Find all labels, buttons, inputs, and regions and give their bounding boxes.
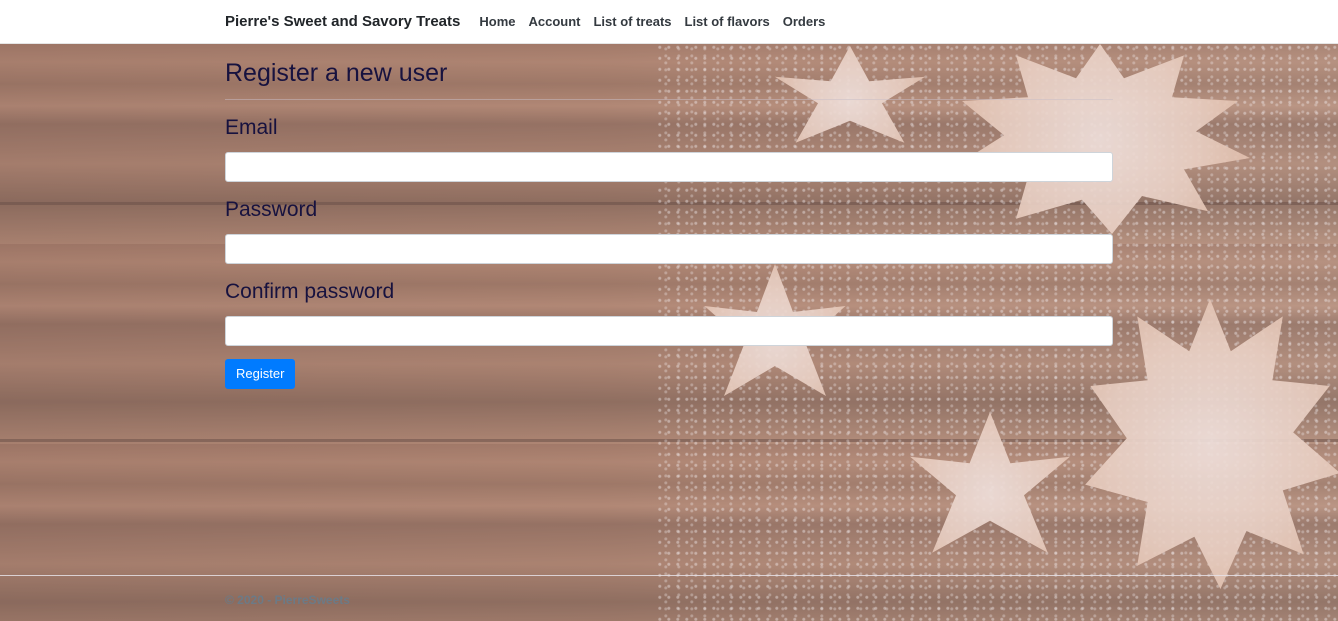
nav-links: Home Account List of treats List of flav…: [479, 14, 838, 29]
password-label: Password: [225, 198, 318, 221]
confirm-password-label: Confirm password: [225, 280, 395, 303]
nav-list-of-treats[interactable]: List of treats: [593, 14, 671, 29]
confirm-password-field[interactable]: [225, 316, 1113, 346]
register-form: Register a new user Email Password Confi…: [225, 44, 1113, 389]
register-button[interactable]: Register: [225, 359, 296, 389]
copyright-text: © 2020 - PierreSweets: [225, 593, 350, 607]
nav-account[interactable]: Account: [528, 14, 580, 29]
nav-home[interactable]: Home: [479, 14, 515, 29]
top-navbar: Pierre's Sweet and Savory Treats Home Ac…: [0, 0, 1338, 44]
password-field[interactable]: [225, 234, 1113, 264]
page-title: Register a new user: [225, 44, 1113, 100]
email-label: Email: [225, 116, 278, 139]
nav-list-of-flavors[interactable]: List of flavors: [685, 14, 770, 29]
brand-link[interactable]: Pierre's Sweet and Savory Treats: [225, 13, 460, 30]
footer: © 2020 - PierreSweets: [0, 575, 1338, 621]
nav-orders[interactable]: Orders: [783, 14, 826, 29]
email-field[interactable]: [225, 152, 1113, 182]
